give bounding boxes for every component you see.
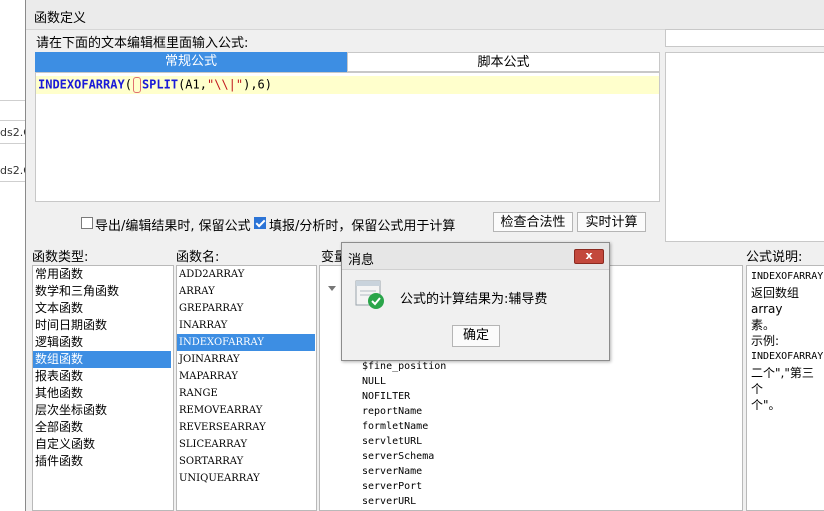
variable-item[interactable]: servletURL [362, 436, 422, 447]
func-name-heading: 函数名: [176, 250, 220, 265]
func-type-heading: 函数类型: [32, 250, 89, 265]
message-title: 消息 [348, 253, 375, 268]
export-keep-formula-label: 导出/编辑结果时, 保留公式 [95, 219, 251, 234]
description-line: 示例: [751, 334, 780, 348]
description-line: 素。 [751, 318, 776, 332]
func-name-item[interactable]: RANGE [177, 385, 315, 402]
tree-expand-icon[interactable] [328, 286, 336, 291]
func-name-item[interactable]: INARRAY [177, 317, 315, 334]
func-name-item[interactable]: UNIQUEARRAY [177, 470, 315, 487]
func-type-item[interactable]: 自定义函数 [33, 436, 171, 453]
message-text: 公式的计算结果为:辅导费 [400, 292, 548, 307]
variable-item[interactable]: serverSchema [362, 451, 434, 462]
variable-item[interactable]: serverPort [362, 481, 422, 492]
func-name-item[interactable]: ARRAY [177, 283, 315, 300]
editor-prompt: 请在下面的文本编辑框里面输入公式: [36, 36, 249, 51]
description-line: 返回数组array [751, 286, 800, 316]
fill-keep-formula-label: 填报/分析时，保留公式用于计算 [269, 219, 456, 234]
description-panel: INDEXOFARRAY 返回数组array 素。 示例: INDEXOFARR… [746, 265, 824, 511]
description-line: 二个","第三个 [751, 366, 814, 396]
func-type-item[interactable]: 常用函数 [33, 266, 171, 283]
func-name-item[interactable]: SLICEARRAY [177, 436, 315, 453]
message-dialog: 消息 x 公式的计算结果为:辅导费 确定 [341, 242, 610, 361]
description-func: INDEXOFARRAY [751, 271, 824, 282]
description-heading: 公式说明: [746, 250, 803, 265]
variable-item[interactable]: reportName [362, 406, 422, 417]
formula-func2: SPLIT [141, 77, 179, 92]
formula-rest: ),6) [243, 77, 273, 92]
formula-string: "\\|" [206, 77, 244, 92]
variable-item[interactable]: NOFILTER [362, 391, 410, 402]
formula-tabs: 常规公式 脚本公式 [35, 52, 660, 72]
func-type-item[interactable]: 逻辑函数 [33, 334, 171, 351]
background-sheet: ds2.G ds2.G [0, 0, 27, 511]
formula-arg1: A1, [185, 77, 207, 92]
variable-item[interactable]: formletName [362, 421, 428, 432]
fill-keep-formula-checkbox[interactable] [254, 217, 266, 229]
description-line: 个"。 [751, 398, 781, 412]
formula-search-input[interactable] [665, 29, 824, 47]
func-name-item[interactable]: JOINARRAY [177, 351, 315, 368]
func-type-item[interactable]: 其他函数 [33, 385, 171, 402]
func-name-item[interactable]: REMOVEARRAY [177, 402, 315, 419]
func-name-item[interactable]: SORTARRAY [177, 453, 315, 470]
dialog-title: 函数定义 [34, 11, 87, 26]
variable-item[interactable]: serverURL [362, 496, 416, 507]
export-keep-formula-checkbox[interactable] [81, 217, 93, 229]
func-type-list: 常用函数 数学和三角函数 文本函数 时间日期函数 逻辑函数 数组函数 报表函数 … [32, 265, 174, 511]
func-type-item[interactable]: 报表函数 [33, 368, 171, 385]
variable-item[interactable]: NULL [362, 376, 386, 387]
formula-preview-panel [665, 52, 824, 242]
func-type-item[interactable]: 层次坐标函数 [33, 402, 171, 419]
sheet-cell: ds2.G [0, 164, 26, 177]
close-icon[interactable]: x [574, 249, 604, 264]
tab-script-formula[interactable]: 脚本公式 [347, 52, 660, 72]
dialog-titlebar: 函数定义 [26, 0, 824, 30]
func-type-item[interactable]: 文本函数 [33, 300, 171, 317]
formula-editor[interactable]: INDEXOFARRAY(SPLIT(A1,"\\|"),6) [35, 72, 660, 202]
tab-normal-formula[interactable]: 常规公式 [35, 52, 347, 72]
func-type-item[interactable]: 数学和三角函数 [33, 283, 171, 300]
func-type-item[interactable]: 全部函数 [33, 419, 171, 436]
func-name-item[interactable]: ADD2ARRAY [177, 266, 315, 283]
formula-text: INDEXOFARRAY(SPLIT(A1,"\\|"),6) [38, 77, 272, 93]
sheet-cell: ds2.G [0, 126, 26, 139]
realtime-calc-button[interactable]: 实时计算 [577, 212, 646, 232]
func-name-item[interactable]: MAPARRAY [177, 368, 315, 385]
formula-paren: ( [124, 77, 132, 92]
ok-button[interactable]: 确定 [452, 325, 500, 347]
success-message-icon [355, 280, 384, 309]
formula-func1: INDEXOFARRAY [38, 77, 125, 92]
func-type-item[interactable]: 时间日期函数 [33, 317, 171, 334]
func-type-item-selected[interactable]: 数组函数 [33, 351, 171, 368]
description-example: INDEXOFARRAY [751, 351, 824, 362]
text-cursor-icon [132, 77, 141, 93]
func-name-list: ADD2ARRAY ARRAY GREPARRAY INARRAY INDEXO… [176, 265, 317, 511]
message-titlebar: 消息 x [342, 243, 609, 270]
description-text: INDEXOFARRAY 返回数组array 素。 示例: INDEXOFARR… [751, 269, 824, 413]
func-type-item[interactable]: 插件函数 [33, 453, 171, 470]
variable-item[interactable]: $fine_position [362, 361, 446, 372]
func-name-item[interactable]: REVERSEARRAY [177, 419, 315, 436]
variable-item[interactable]: serverName [362, 466, 422, 477]
current-line-highlight: INDEXOFARRAY(SPLIT(A1,"\\|"),6) [36, 76, 659, 94]
func-name-item[interactable]: GREPARRAY [177, 300, 315, 317]
func-name-item-selected[interactable]: INDEXOFARRAY [177, 334, 315, 351]
validate-button[interactable]: 检查合法性 [493, 212, 573, 232]
